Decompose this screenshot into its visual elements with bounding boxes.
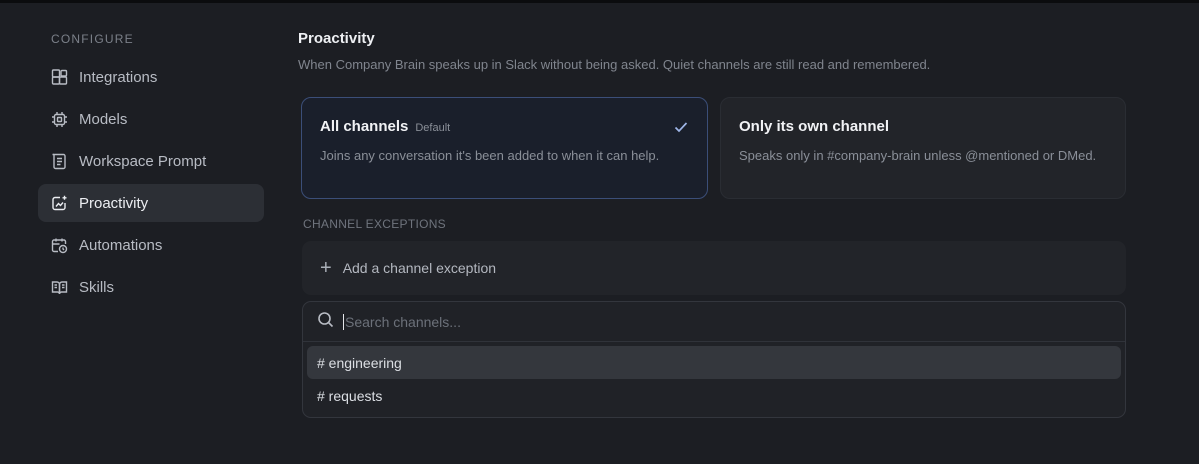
sidebar-section-label: CONFIGURE	[51, 32, 134, 46]
sidebar-item-label: Proactivity	[79, 194, 149, 212]
integrations-icon	[51, 68, 68, 86]
channel-exceptions-label: CHANNEL EXCEPTIONS	[303, 217, 446, 231]
sidebar-item-integrations[interactable]: Integrations	[38, 58, 264, 96]
checkmark-icon	[673, 119, 689, 135]
channel-search-dropdown: # engineering # requests	[302, 301, 1126, 418]
sidebar-item-proactivity[interactable]: Proactivity	[38, 184, 264, 222]
sidebar-item-label: Automations	[79, 236, 163, 254]
sidebar-item-label: Skills	[79, 278, 115, 296]
option-description: Joins any conversation it's been added t…	[320, 148, 660, 163]
option-title: Only its own channel	[739, 118, 890, 135]
sparkle-chat-icon	[51, 195, 68, 212]
sidebar-item-label: Models	[79, 110, 128, 128]
option-all-channels[interactable]: All channels Default Joins any conversat…	[301, 97, 708, 199]
channel-search-input[interactable]	[343, 313, 1083, 330]
channel-option-engineering[interactable]: # engineering	[307, 346, 1121, 379]
default-badge: Default	[415, 122, 451, 134]
page-description: When Company Brain speaks up in Slack wi…	[298, 57, 931, 72]
sidebar-item-label: Workspace Prompt	[79, 152, 207, 170]
prompt-icon	[51, 153, 68, 170]
book-icon	[51, 279, 68, 296]
search-row	[303, 302, 1125, 342]
sidebar-item-automations[interactable]: Automations	[38, 226, 264, 264]
option-own-channel[interactable]: Only its own channel Speaks only in #com…	[720, 97, 1126, 199]
search-icon	[317, 311, 334, 333]
channel-option-requests[interactable]: # requests	[307, 379, 1121, 412]
page-title: Proactivity	[298, 30, 375, 47]
chip-icon	[51, 111, 68, 128]
sidebar-item-label: Integrations	[79, 68, 158, 86]
option-title: All channels	[320, 118, 409, 135]
add-exception-label: Add a channel exception	[342, 260, 497, 276]
window-top-edge	[0, 0, 1199, 3]
sidebar-item-workspace-prompt[interactable]: Workspace Prompt	[38, 142, 264, 180]
settings-sidebar: CONFIGURE Integrations Models Workspace …	[38, 24, 264, 306]
add-channel-exception-button[interactable]: + Add a channel exception	[302, 241, 1126, 295]
calendar-clock-icon	[51, 237, 68, 254]
sidebar-item-models[interactable]: Models	[38, 100, 264, 138]
plus-icon: +	[320, 257, 332, 279]
sidebar-item-skills[interactable]: Skills	[38, 268, 264, 306]
option-description: Speaks only in #company-brain unless @me…	[739, 148, 1097, 163]
